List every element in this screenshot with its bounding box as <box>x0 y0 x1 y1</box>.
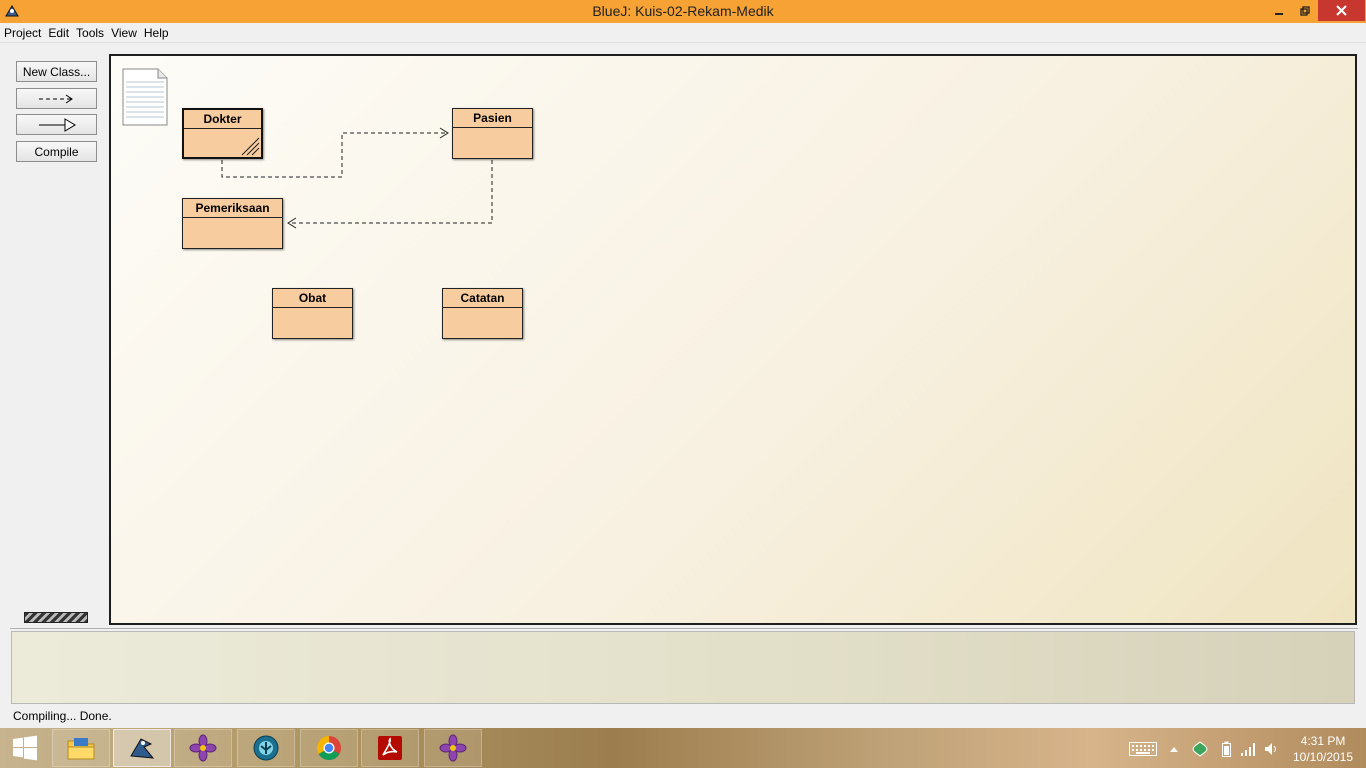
show-hidden-icons-chevron-icon[interactable] <box>1168 741 1180 757</box>
restore-button[interactable] <box>1292 0 1318 21</box>
class-name: Catatan <box>443 289 522 308</box>
teal-circle-app-icon <box>253 735 279 761</box>
taskbar-chrome[interactable] <box>300 729 358 767</box>
menu-edit[interactable]: Edit <box>48 26 69 40</box>
taskbar-teal-app[interactable] <box>237 729 295 767</box>
class-diagram-canvas[interactable]: Dokter Pasien Pemeriksaan Obat Catatan <box>109 54 1357 625</box>
dependency-arrows <box>221 127 493 229</box>
close-icon <box>1336 5 1347 16</box>
new-class-button[interactable]: New Class... <box>16 61 97 82</box>
uncompiled-hatch-icon <box>241 137 260 156</box>
taskbar-purple-flower-app[interactable] <box>174 729 232 767</box>
object-bench[interactable] <box>11 631 1355 704</box>
minimize-icon <box>1275 12 1283 15</box>
minimize-button[interactable] <box>1266 0 1292 21</box>
bluej-bird-icon <box>130 738 155 759</box>
folder-icon <box>67 738 95 760</box>
restore-icon <box>1300 5 1310 16</box>
taskbar-adobe-reader[interactable] <box>361 729 419 767</box>
class-name: Obat <box>273 289 352 308</box>
taskbar-bluej[interactable] <box>113 729 171 767</box>
dashed-arrow-icon <box>38 94 73 103</box>
adobe-reader-icon <box>378 736 402 760</box>
taskbar <box>0 728 1366 768</box>
purple-flower-icon <box>439 734 467 762</box>
inheritance-arrow-button[interactable] <box>16 114 97 135</box>
start-button[interactable] <box>0 729 50 767</box>
purple-flower-icon <box>189 734 217 762</box>
menu-help[interactable]: Help <box>144 26 169 40</box>
menu-bar: Project Edit Tools View Help <box>0 23 1366 43</box>
battery-icon[interactable] <box>1219 741 1233 757</box>
class-pemeriksaan[interactable]: Pemeriksaan <box>182 198 283 249</box>
windows-logo-icon <box>13 735 37 761</box>
splitter[interactable] <box>10 628 1358 629</box>
window-title: BlueJ: Kuis-02-Rekam-Medik <box>592 3 774 19</box>
menu-project[interactable]: Project <box>4 26 41 40</box>
close-button[interactable] <box>1318 0 1365 21</box>
readme-document-icon[interactable] <box>122 68 168 126</box>
touch-keyboard-icon[interactable] <box>1128 741 1158 757</box>
network-signal-icon[interactable] <box>1239 741 1257 757</box>
clock-time: 4:31 PM <box>1300 734 1346 748</box>
arrow-pasien-to-pemeriksaan <box>288 160 493 224</box>
title-bar: BlueJ: Kuis-02-Rekam-Medik <box>0 0 1366 23</box>
menu-view[interactable]: View <box>111 26 137 40</box>
compile-button[interactable]: Compile <box>16 141 97 162</box>
volume-speaker-icon[interactable] <box>1264 741 1280 757</box>
menu-tools[interactable]: Tools <box>76 26 104 40</box>
class-name: Pasien <box>453 109 532 128</box>
chrome-icon <box>316 736 341 761</box>
antivirus-tray-icon[interactable] <box>1191 741 1209 757</box>
class-obat[interactable]: Obat <box>272 288 353 339</box>
class-catatan[interactable]: Catatan <box>442 288 523 339</box>
uses-arrow-button[interactable] <box>16 88 97 109</box>
class-dokter[interactable]: Dokter <box>182 108 263 159</box>
taskbar-purple-flower-app-2[interactable] <box>424 729 482 767</box>
inheritance-arrow-icon <box>38 117 76 132</box>
clock-date: 10/10/2015 <box>1292 750 1354 764</box>
taskbar-file-explorer[interactable] <box>52 729 110 767</box>
taskbar-clock[interactable]: 4:31 PM 10/10/2015 <box>1290 733 1356 765</box>
status-message: Compiling... Done. <box>13 709 112 723</box>
class-name: Dokter <box>184 110 261 129</box>
machine-status-indicator <box>24 612 88 623</box>
class-name: Pemeriksaan <box>183 199 282 218</box>
class-pasien[interactable]: Pasien <box>452 108 533 159</box>
